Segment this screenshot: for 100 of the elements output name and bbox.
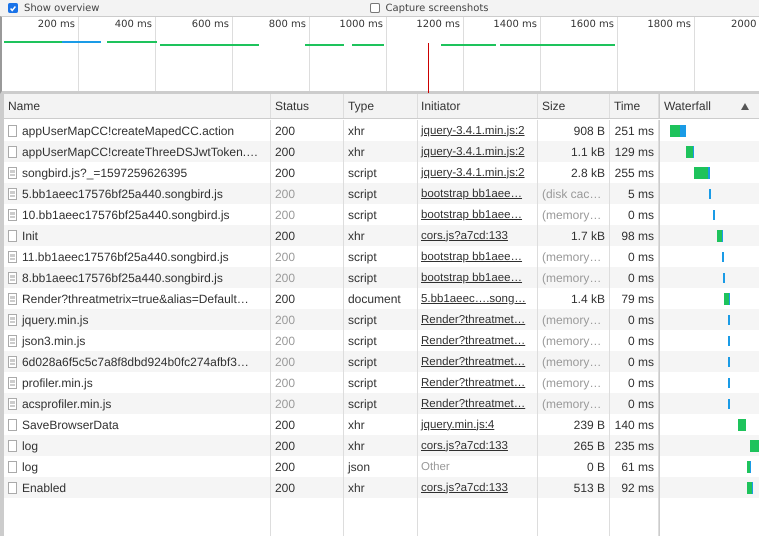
file-icon: [8, 146, 17, 158]
resource-type: xhr: [344, 435, 418, 456]
resource-type: xhr: [344, 141, 418, 162]
file-name[interactable]: log: [4, 435, 271, 456]
initiator-link[interactable]: bootstrap bb1aee…: [421, 250, 522, 262]
waterfall-bar: [747, 482, 753, 494]
time-tick-label: 200 ms: [38, 19, 75, 30]
resource-type: script: [344, 183, 418, 204]
initiator-link[interactable]: jquery-3.4.1.min.js:2: [421, 146, 525, 158]
initiator-link[interactable]: jquery-3.4.1.min.js:2: [421, 124, 525, 136]
status-code: 200: [271, 351, 344, 372]
status-code: 200: [271, 141, 344, 162]
file-name[interactable]: 8.bb1aeec17576bf25a440.songbird.js: [4, 267, 271, 288]
request-time: 235 ms: [610, 435, 659, 456]
resource-size: 1.7 kB: [538, 225, 610, 246]
column-header[interactable]: Status: [271, 94, 344, 118]
file-name[interactable]: appUserMapCC!createThreeDSJwtToken.…: [4, 141, 271, 162]
document-icon: [8, 398, 17, 410]
column-header[interactable]: Waterfall: [659, 94, 759, 118]
resource-type: script: [344, 393, 418, 414]
initiator-link[interactable]: Render?threatmet…: [421, 398, 526, 410]
column-header[interactable]: Name: [4, 94, 271, 118]
waterfall-bar: [694, 166, 710, 178]
waterfall-bar: [747, 460, 751, 472]
initiator-link[interactable]: cors.js?a7cd:133: [421, 482, 508, 494]
column-header[interactable]: Initiator: [418, 94, 538, 118]
initiator-link[interactable]: cors.js?a7cd:133: [421, 230, 508, 242]
file-icon: [8, 230, 17, 242]
status-code: 200: [271, 309, 344, 330]
time-tick-label: 1000 ms: [339, 19, 383, 30]
request-time: 92 ms: [610, 477, 659, 498]
column-header[interactable]: Time: [610, 94, 659, 118]
waterfall-bar: [738, 418, 746, 430]
time-tick-label: 1600 ms: [570, 19, 614, 30]
document-icon: [8, 376, 17, 388]
request-time: 0 ms: [610, 309, 659, 330]
checkbox-label: Show overview: [24, 2, 100, 14]
initiator-link[interactable]: Render?threatmet…: [421, 334, 526, 346]
file-name[interactable]: Init: [4, 225, 271, 246]
resource-size: (memory…: [538, 393, 610, 414]
initiator-link[interactable]: Render?threatmet…: [421, 314, 526, 326]
file-icon: [8, 460, 17, 472]
file-name[interactable]: acsprofiler.min.js: [4, 393, 271, 414]
request-time: 129 ms: [610, 141, 659, 162]
time-tick-label: 2000: [731, 19, 756, 30]
resource-size: (memory…: [538, 351, 610, 372]
column-header[interactable]: Type: [344, 94, 418, 118]
time-tick-label: 800 ms: [268, 19, 306, 30]
request-time: 0 ms: [610, 393, 659, 414]
file-name[interactable]: jquery.min.js: [4, 309, 271, 330]
resource-type: script: [344, 351, 418, 372]
file-name[interactable]: Enabled: [4, 477, 271, 498]
checkbox[interactable]: [8, 3, 18, 13]
resource-size: (memory…: [538, 309, 610, 330]
initiator-link[interactable]: Render?threatmet…: [421, 356, 526, 368]
file-icon: [8, 124, 17, 136]
status-code: 200: [271, 435, 344, 456]
status-code: 200: [271, 225, 344, 246]
initiator-link[interactable]: cors.js?a7cd:133: [421, 440, 508, 452]
file-name[interactable]: 5.bb1aeec17576bf25a440.songbird.js: [4, 183, 271, 204]
initiator-text: Other: [421, 460, 450, 472]
status-code: 200: [271, 267, 344, 288]
initiator-link[interactable]: 5.bb1aeec….song…: [421, 292, 526, 304]
resource-type: xhr: [344, 225, 418, 246]
file-name[interactable]: 6d028a6f5c5c7a8f8dbd924b0fc274afbf3…: [4, 351, 271, 372]
resource-size: 1.1 kB: [538, 141, 610, 162]
initiator-link[interactable]: jquery.min.js:4: [421, 418, 494, 430]
file-icon: [8, 482, 17, 494]
status-code: 200: [271, 183, 344, 204]
resource-size: 513 B: [538, 477, 610, 498]
resource-type: script: [344, 267, 418, 288]
request-time: 5 ms: [610, 183, 659, 204]
resource-size: (memory…: [538, 267, 610, 288]
initiator-link[interactable]: bootstrap bb1aee…: [421, 208, 522, 220]
document-icon: [8, 334, 17, 346]
time-tick-label: 1200 ms: [416, 19, 460, 30]
document-icon: [8, 356, 17, 368]
resource-type: script: [344, 309, 418, 330]
time-tick-label: 400 ms: [114, 19, 152, 30]
checkbox[interactable]: [370, 3, 380, 13]
checkbox-label: Capture screenshots: [386, 2, 488, 14]
request-time: 0 ms: [610, 267, 659, 288]
document-icon: [8, 272, 17, 284]
document-icon: [8, 188, 17, 200]
initiator-link[interactable]: Render?threatmet…: [421, 376, 526, 388]
document-icon: [8, 208, 17, 220]
request-time: 0 ms: [610, 351, 659, 372]
resource-size: 265 B: [538, 435, 610, 456]
status-code: 200: [271, 477, 344, 498]
document-icon: [8, 250, 17, 262]
column-header[interactable]: Size: [538, 94, 610, 118]
waterfall-bar: [724, 292, 730, 304]
file-icon: [8, 418, 17, 430]
waterfall-bar: [670, 124, 686, 136]
resource-type: xhr: [344, 477, 418, 498]
file-icon: [8, 440, 17, 452]
initiator-link[interactable]: bootstrap bb1aee…: [421, 188, 522, 200]
initiator-link[interactable]: jquery-3.4.1.min.js:2: [421, 166, 525, 178]
waterfall-bar: [717, 230, 723, 242]
initiator-link[interactable]: bootstrap bb1aee…: [421, 272, 522, 284]
